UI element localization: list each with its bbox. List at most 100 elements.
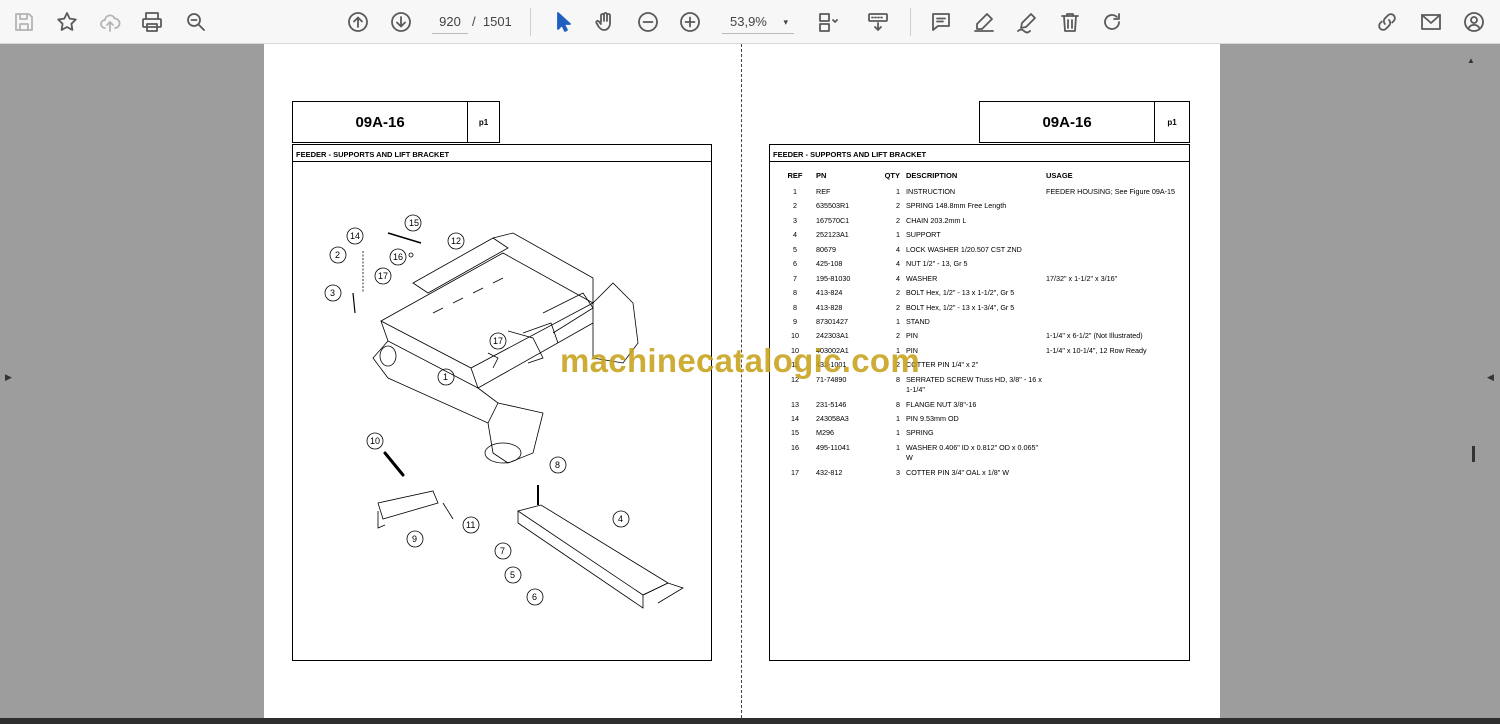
zoom-out-icon[interactable] [632,6,664,38]
bookmark-star-icon[interactable] [51,6,83,38]
cell-pn: 167570C1 [816,215,850,225]
comment-icon[interactable] [925,6,957,38]
scroll-up-icon[interactable]: ▲ [1467,56,1475,65]
next-page-icon[interactable] [385,6,417,38]
scrollbar-thumb[interactable] [1472,446,1475,462]
cloud-upload-icon[interactable] [94,6,126,38]
parts-illustration: 15 14 12 2 16 17 3 17 1 10 8 11 9 4 7 5 … [293,163,711,661]
table-row: 15 M296 1 SPRING [774,426,1182,440]
page-header-box: 09A-16 p1 [292,101,500,143]
cell-pn: 87301427 [816,316,848,326]
highlight-pen-icon[interactable] [968,6,1000,38]
cell-qty: 1 [896,187,900,196]
cell-ref: 8 [793,288,797,298]
cell-pn: 195-81030 [816,273,851,283]
cell-desc: SUPPORT [906,230,941,240]
right-panel-toggle-icon[interactable]: ◀ [1487,372,1494,383]
cell-qty: 2 [896,288,900,298]
callout-2: 2 [335,250,341,260]
page-label: p1 [467,102,499,142]
cell-desc: BOLT Hex, 1/2" - 13 x 1-3/4", Gr 5 [906,302,1015,312]
cell-pn: M296 [816,428,834,438]
callout-15: 15 [409,218,420,228]
cell-usage: FEEDER HOUSING; See Figure 09A-15 [1046,187,1176,196]
cell-ref: 7 [793,273,797,283]
email-icon[interactable] [1415,6,1447,38]
table-row: 13 231-5146 8 FLANGE NUT 3/8"-16 [774,398,1182,412]
cell-desc: SPRING 148.8mm Free Length [906,201,1007,211]
cell-ref: 8 [793,302,797,312]
parts-list-frame: FEEDER - SUPPORTS AND LIFT BRACKET REF P… [769,144,1190,661]
scrolling-mode-icon[interactable] [862,6,894,38]
rotate-icon[interactable] [1096,6,1128,38]
cell-qty: 1 [896,316,900,326]
cell-ref: 9 [793,316,797,326]
hand-tool-icon[interactable] [589,6,621,38]
table-row: 3 167570C1 2 CHAIN 203.2mm L [774,214,1182,228]
cell-pn: 425-108 [816,259,843,269]
cell-ref: 2 [793,201,797,211]
cell-qty: 2 [896,201,900,211]
account-icon[interactable] [1458,6,1490,38]
cell-desc: SERRATED SCREW Truss HD, 3/8" - 16 x 1-1… [906,374,1042,395]
cell-ref: 14 [791,414,799,423]
cell-desc: COTTER PIN 3/4" OAL x 1/8" W [906,467,1010,477]
cell-qty: 4 [896,259,900,269]
previous-page-icon[interactable] [342,6,374,38]
cell-pn: 432-812 [816,467,843,477]
cell-pn: 413-824 [816,288,843,298]
zoom-value: 53,9% [730,14,767,29]
table-header-row: REF PN QTY DESCRIPTION USAGE [774,167,1182,185]
callout-8: 8 [555,460,561,470]
column-header-pn: PN [816,171,827,180]
page-total: 1501 [482,14,512,29]
cell-pn: 413-828 [816,302,843,312]
cell-pn: REF [816,187,831,196]
watermark: machinecatalogic.com [560,342,920,379]
zoom-in-icon[interactable] [674,6,706,38]
cell-usage [1046,466,1182,480]
callout-9: 9 [412,534,418,544]
callout-17: 17 [493,336,504,346]
toolbar-divider [530,8,531,36]
cell-ref: 17 [791,467,799,477]
cell-ref: 13 [791,399,799,409]
cell-usage [1046,199,1182,213]
cell-ref: 4 [793,230,797,240]
cell-usage: 1-1/4" x 10-1/4", 12 Row Ready [1046,345,1147,355]
cell-usage [1046,398,1182,412]
cell-ref: 16 [791,442,799,452]
vertical-scrollbar[interactable] [1465,44,1481,718]
callout-1: 1 [443,372,449,382]
zoom-level-select[interactable]: 53,9% ▾ [722,10,794,34]
cell-usage: 17/32" x 1-1/2" x 3/16" [1046,273,1118,283]
save-icon[interactable] [8,6,40,38]
cell-pn: 252123A1 [816,230,849,240]
cell-ref: 5 [793,244,797,254]
section-subtitle: FEEDER - SUPPORTS AND LIFT BRACKET [293,145,711,162]
page-spread-divider [741,44,742,718]
cell-qty: 2 [896,302,900,312]
cell-qty: 2 [896,215,900,225]
left-panel-toggle-icon[interactable]: ▶ [5,372,12,383]
cell-desc: SPRING [906,428,934,438]
cell-qty: 3 [896,467,900,477]
column-header-usage: USAGE [1046,171,1073,180]
cell-desc: WASHER 0.406" ID x 0.812" OD x 0.065" W [906,442,1039,463]
delete-trash-icon[interactable] [1054,6,1086,38]
callout-4: 4 [618,514,624,524]
cell-desc: WASHER [906,273,938,283]
zoom-search-icon[interactable] [180,6,212,38]
draw-sign-icon[interactable] [1011,6,1043,38]
print-icon[interactable] [136,6,168,38]
cell-desc: PIN [906,331,918,341]
select-cursor-icon[interactable] [546,6,578,38]
page-number-input[interactable]: 920 [432,10,468,34]
callout-10: 10 [370,436,381,446]
share-link-icon[interactable] [1371,6,1403,38]
cell-usage [1046,257,1182,271]
callout-16: 16 [393,252,404,262]
page-count: / 1501 [472,10,512,34]
cell-usage [1046,301,1182,315]
page-display-icon[interactable] [812,6,844,38]
